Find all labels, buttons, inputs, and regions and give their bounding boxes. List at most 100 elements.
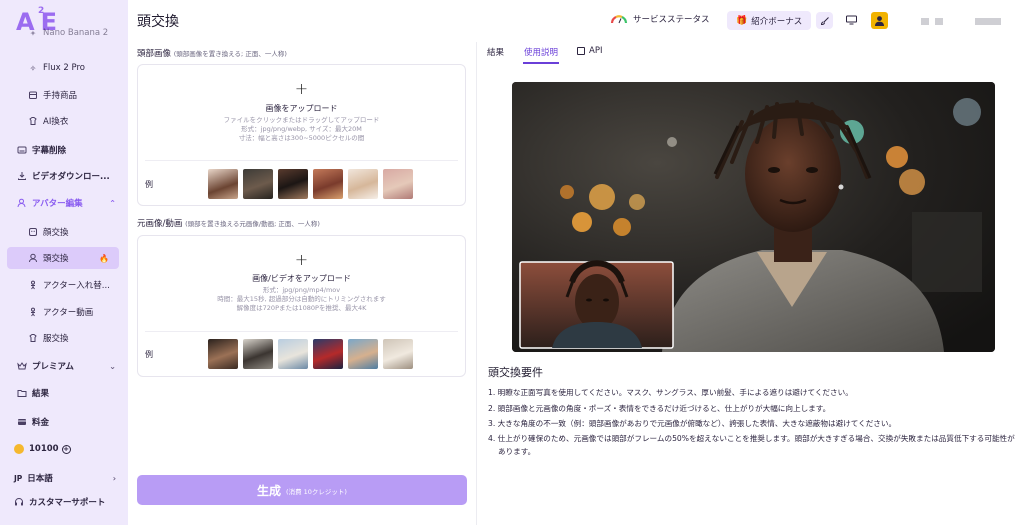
folder-icon	[17, 388, 27, 398]
person-video-icon	[28, 307, 38, 317]
generate-label: 生成	[257, 483, 282, 498]
sidebar-item-label: プレミアム	[32, 362, 74, 372]
requirement-item: 2. 頭部画像と元画像の角度・ポーズ・表情をできるだけ近づけると、仕上がりが大幅…	[488, 403, 831, 413]
sidebar-item-video-download[interactable]: ビデオダウンロー...	[0, 165, 128, 187]
person-swap-icon	[28, 280, 38, 290]
tab-api[interactable]: API	[577, 46, 602, 56]
example-thumbnail[interactable]	[243, 339, 273, 369]
language-selector[interactable]: JP 日本語 ›	[0, 467, 128, 489]
example-thumbnail[interactable]	[313, 339, 343, 369]
generate-cost: (消費 10クレジット)	[286, 488, 347, 496]
redacted-username-part	[921, 18, 929, 25]
service-status-label: サービスステータス	[633, 15, 710, 25]
chevron-up-icon: ⌃	[109, 198, 116, 208]
sidebar-item-label: ビデオダウンロー...	[32, 172, 110, 182]
top-header: 頭交換 サービスステータス 🎁 紹介ボーナス	[128, 0, 1024, 42]
tab-results[interactable]: 結果	[487, 46, 504, 58]
credits-balance[interactable]: 10100 +	[0, 438, 128, 460]
theme-brush-button[interactable]	[816, 12, 833, 29]
example-thumbnail[interactable]	[278, 169, 308, 199]
upload-resolution: 解像度は720Pまたは1080Pを推奨、最大4K	[236, 304, 367, 312]
example-thumbnail[interactable]	[313, 169, 343, 199]
clothes-icon	[28, 333, 38, 343]
example-thumbnail[interactable]	[278, 339, 308, 369]
sidebar-item-subtitle-removal[interactable]: 字幕削除	[0, 139, 128, 161]
example-thumbnail[interactable]	[208, 339, 238, 369]
source-media-upload-card[interactable]: + 画像/ビデオをアップロード 形式：jpg/png/mp4/mov 時間：最大…	[137, 235, 466, 377]
examples-label: 例	[145, 350, 153, 359]
example-thumbnail[interactable]	[243, 169, 273, 199]
coin-icon	[14, 444, 24, 454]
tab-instructions[interactable]: 使用説明	[524, 46, 558, 58]
upload-duration: 時間：最大15秒, 超過部分は自動的にトリミングされます	[217, 295, 386, 303]
sidebar-item-nano-banana[interactable]: ✦ Nano Banana 2	[0, 25, 128, 41]
service-status-link[interactable]: サービスステータス	[610, 13, 710, 25]
customer-support-link[interactable]: カスタマーサポート	[0, 491, 128, 513]
fire-icon: 🔥	[99, 253, 109, 263]
example-thumbnail[interactable]	[383, 169, 413, 199]
logo-superscript: 2	[38, 6, 45, 16]
generate-button[interactable]: 生成 (消費 10クレジット)	[137, 475, 467, 505]
crown-icon	[17, 361, 27, 371]
upload-dimensions: 寸法：幅と高さは300~5000ピクセルの間	[238, 134, 365, 142]
referral-bonus-button[interactable]: 🎁 紹介ボーナス	[727, 11, 812, 30]
example-thumbnail[interactable]	[208, 169, 238, 199]
sidebar-item-results[interactable]: 結果	[0, 382, 128, 404]
example-thumbnail[interactable]	[348, 339, 378, 369]
sidebar-item-label: 頭交換	[43, 254, 69, 264]
face-icon	[28, 227, 38, 237]
requirement-item: 3. 大きな角度の不一致（例：頭部画像があおりで元画像が俯瞰など）、誇張した表情…	[488, 419, 897, 428]
sidebar-item-label: AI換衣	[43, 117, 69, 127]
head-swap-demo-illustration	[512, 82, 995, 352]
sparkle-icon: ✦	[29, 28, 37, 38]
language-code: JP	[14, 473, 23, 483]
upload-title: 画像をアップロード	[265, 104, 338, 113]
sidebar-item-premium[interactable]: プレミアム ⌄	[0, 355, 128, 377]
monitor-icon	[845, 15, 857, 25]
sidebar-item-label: 結果	[32, 389, 50, 399]
desktop-app-button[interactable]	[844, 13, 858, 27]
user-edit-icon	[17, 198, 27, 208]
sidebar-item-label: 服交換	[43, 334, 69, 344]
head-image-upload-card[interactable]: + 画像をアップロード ファイルをクリックまたはドラッグしてアップロード 形式：…	[137, 64, 466, 206]
user-avatar[interactable]	[871, 12, 888, 29]
section-title: 頭部画像	[137, 49, 172, 59]
sidebar-item-actor-video[interactable]: アクター動画	[0, 301, 128, 323]
head-icon	[28, 253, 38, 263]
box-icon	[28, 90, 38, 100]
sidebar-item-ai-outfit[interactable]: AI換衣	[0, 110, 128, 132]
demo-image	[512, 82, 995, 352]
tabs: 結果 使用説明 API	[478, 42, 1024, 64]
source-media-label: 元画像/動画 (頭部を置き換える元画像/動画; 正面、一人称)	[137, 217, 320, 229]
sidebar-item-flux-2-pro[interactable]: ✧ Flux 2 Pro	[0, 57, 128, 79]
sidebar-item-pricing[interactable]: 料金	[0, 411, 128, 433]
page-title: 頭交換	[137, 14, 179, 30]
headset-icon	[14, 497, 24, 507]
sidebar-item-head-swap[interactable]: 頭交換 🔥	[7, 247, 119, 269]
example-thumbnail[interactable]	[383, 339, 413, 369]
sidebar-item-label: カスタマーサポート	[29, 498, 106, 508]
example-thumbnail[interactable]	[348, 169, 378, 199]
user-icon	[875, 16, 884, 26]
chevron-down-icon: ⌄	[109, 361, 116, 371]
add-credits-icon[interactable]: +	[61, 444, 71, 454]
redacted-username-part	[975, 18, 1001, 25]
card-icon	[17, 417, 27, 427]
divider	[145, 331, 458, 332]
sidebar-item-handheld-product[interactable]: 手持商品	[0, 84, 128, 106]
code-icon	[577, 47, 585, 55]
language-label: 日本語	[27, 474, 53, 484]
brush-icon	[820, 16, 829, 25]
requirements-list: 1. 明瞭な正面写真を使用してください。マスク、サングラス、厚い前髪、手による遮…	[488, 385, 1018, 458]
section-hint: (頭部を置き換える元画像/動画; 正面、一人称)	[185, 220, 320, 228]
sidebar-item-label: アクター動画	[43, 308, 94, 318]
sidebar-item-actor-replace[interactable]: アクター入れ替...	[0, 274, 128, 296]
sidebar-item-face-swap[interactable]: 顔交換	[0, 221, 128, 243]
tab-label: API	[589, 46, 603, 56]
sidebar: A2E ✦ Nano Banana 2 ✧ Flux 2 Pro 手持商品 AI…	[0, 0, 128, 525]
examples-label: 例	[145, 180, 153, 189]
upload-plus-icon: +	[294, 79, 309, 98]
sidebar-group-avatar-edit[interactable]: アバター編集 ⌃	[0, 192, 128, 214]
sidebar-item-clothes-swap[interactable]: 服交換	[0, 327, 128, 349]
sidebar-item-label: Nano Banana 2	[43, 28, 109, 38]
